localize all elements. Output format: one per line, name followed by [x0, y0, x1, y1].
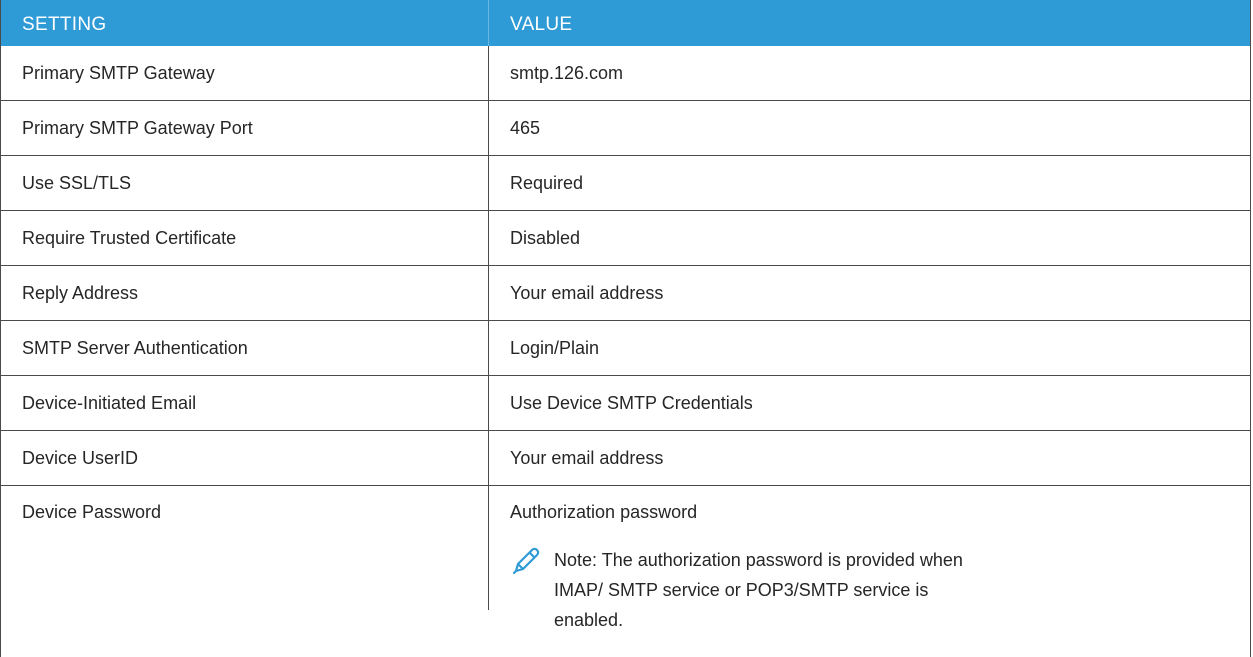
value-cell: smtp.126.com [510, 62, 624, 83]
value-cell: Your email address [510, 282, 664, 303]
setting-cell: Device-Initiated Email [1, 376, 489, 430]
setting-cell: Use SSL/TLS [1, 156, 489, 210]
table-row: Primary SMTP Gateway Port 465 [1, 101, 1250, 156]
note-text: Note: The authorization password is prov… [554, 550, 963, 630]
value-cell: 465 [510, 117, 541, 138]
value-cell: Login/Plain [510, 337, 600, 358]
table-row: Reply Address Your email address [1, 266, 1250, 321]
note-block: Note: The authorization password is prov… [510, 545, 1250, 635]
value-cell: Authorization password Note: The authori… [489, 486, 1250, 630]
pencil-icon [510, 545, 540, 577]
setting-cell: SMTP Server Authentication [1, 321, 489, 375]
setting-cell: Reply Address [1, 266, 489, 320]
column-header-setting: SETTING [1, 0, 489, 46]
table-row: Primary SMTP Gateway smtp.126.com [1, 46, 1250, 101]
value-cell: Required [510, 172, 584, 193]
setting-cell: Primary SMTP Gateway Port [1, 101, 489, 155]
value-cell: Disabled [510, 227, 581, 248]
table-row: Require Trusted Certificate Disabled [1, 211, 1250, 266]
setting-cell: Device Password [1, 486, 489, 610]
setting-cell: Device UserID [1, 431, 489, 485]
table-row: Device UserID Your email address [1, 431, 1250, 486]
setting-cell: Primary SMTP Gateway [1, 46, 489, 100]
value-text: Authorization password [510, 502, 698, 522]
table-row: Use SSL/TLS Required [1, 156, 1250, 211]
column-header-value: VALUE [510, 14, 573, 35]
value-cell: Your email address [510, 447, 664, 468]
table-row: SMTP Server Authentication Login/Plain [1, 321, 1250, 376]
value-cell: Use Device SMTP Credentials [510, 392, 753, 413]
table-header-row: SETTING VALUE [1, 0, 1250, 46]
table-row: Device-Initiated Email Use Device SMTP C… [1, 376, 1250, 431]
table-row: Device Password Authorization password N… [1, 486, 1250, 630]
smtp-settings-table: SETTING VALUE Primary SMTP Gateway smtp.… [0, 0, 1251, 657]
setting-cell: Require Trusted Certificate [1, 211, 489, 265]
